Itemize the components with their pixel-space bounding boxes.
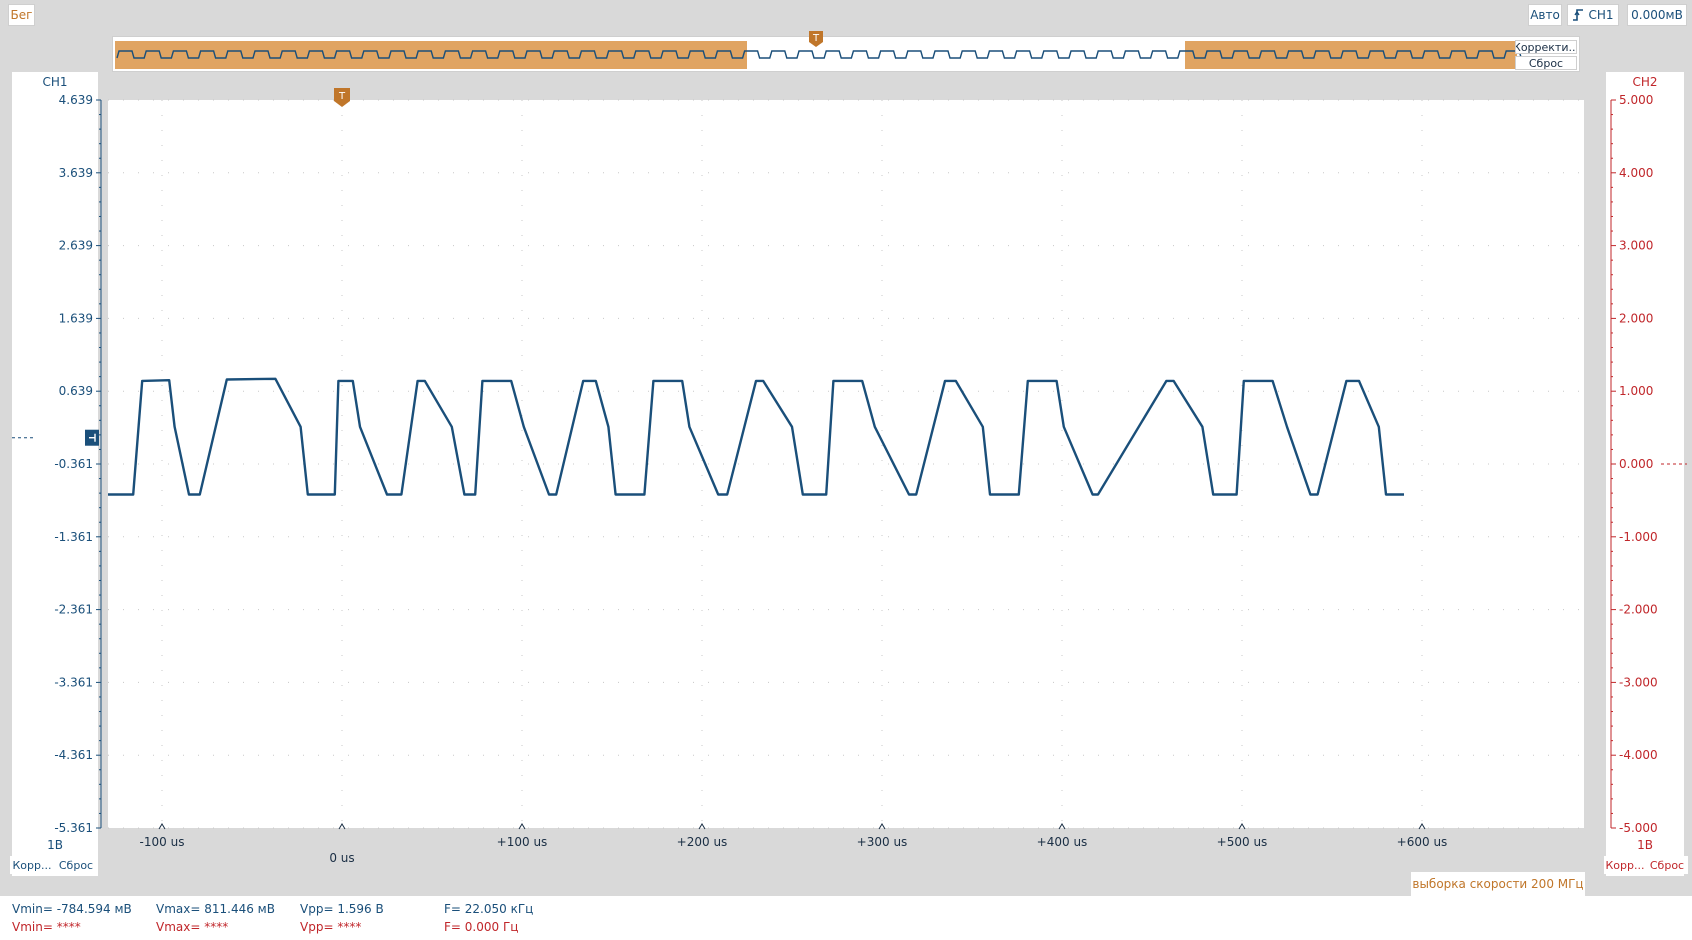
ch2-tick-label-4: 1.000 xyxy=(1619,384,1653,398)
ch1-tick-label-9: -4.361 xyxy=(54,748,93,762)
ch1-tick-label-3: 1.639 xyxy=(59,311,93,325)
ch1-vmax: Vmax= 811.446 мВ xyxy=(156,902,275,916)
ch1-tick-label-1: 3.639 xyxy=(59,166,93,180)
measurements-panel: Vmin= -784.594 мВ Vmax= 811.446 мВ Vpp= … xyxy=(0,896,1692,940)
ch1-tick-label-6: -1.361 xyxy=(54,530,93,544)
oscilloscope-app: Бег Авто CH1 0.000мВ Корректи... Сброс T… xyxy=(0,0,1692,940)
time-tick-7 xyxy=(1418,823,1426,830)
ch1-tick-label-4: 0.639 xyxy=(59,384,93,398)
ch2-vpp: Vpp= **** xyxy=(300,920,362,934)
ch1-tick-label-0: 4.639 xyxy=(59,93,93,107)
time-tick-0 xyxy=(158,823,166,830)
sample-rate-label: выборка скорости 200 МГц xyxy=(1411,872,1585,896)
ch1-vmin: Vmin= -784.594 мВ xyxy=(12,902,132,916)
ch1-waveform xyxy=(108,377,1404,496)
ch2-tick-label-7: -2.000 xyxy=(1619,603,1658,617)
ch2-tick-label-10: -5.000 xyxy=(1619,821,1658,835)
ch2-tick-label-2: 3.000 xyxy=(1619,239,1653,253)
time-label-2: +100 us xyxy=(497,835,548,849)
scope-display: 4.639 3.639 2.639 1.639 0.639 -0.361 -1.361 -2.… xyxy=(12,88,1687,865)
time-label-7: +600 us xyxy=(1397,835,1448,849)
ch2-tick-label-6: -1.000 xyxy=(1619,530,1658,544)
ch1-freq: F= 22.050 кГц xyxy=(444,902,534,916)
trigger-time-marker-icon: T xyxy=(334,88,350,107)
ch2-tick-label-1: 4.000 xyxy=(1619,166,1653,180)
ch1-tick-label-7: -2.361 xyxy=(54,603,93,617)
ch1-vpp: Vpp= 1.596 В xyxy=(300,902,384,916)
ch2-vmax: Vmax= **** xyxy=(156,920,229,934)
ch2-tick-label-3: 2.000 xyxy=(1619,311,1653,325)
ch1-level-marker-icon xyxy=(85,429,99,446)
time-tick-2 xyxy=(518,823,526,830)
ch2-tick-label-0: 5.000 xyxy=(1619,93,1653,107)
ch1-tick-label-8: -3.361 xyxy=(54,675,93,689)
ch2-tick-label-9: -4.000 xyxy=(1619,748,1658,762)
ch1-tick-label-5: -0.361 xyxy=(54,457,93,471)
ch1-tick-label-2: 2.639 xyxy=(59,239,93,253)
ch2-freq: F= 0.000 Гц xyxy=(444,920,519,934)
time-label-0: -100 us xyxy=(140,835,185,849)
time-tick-3 xyxy=(698,823,706,830)
time-label-6: +500 us xyxy=(1217,835,1268,849)
time-label-5: +400 us xyxy=(1037,835,1088,849)
ch2-vmin: Vmin= **** xyxy=(12,920,81,934)
time-tick-6 xyxy=(1238,823,1246,830)
ch2-tick-label-8: -3.000 xyxy=(1619,675,1658,689)
time-label-4: +300 us xyxy=(857,835,908,849)
time-tick-4 xyxy=(878,823,886,830)
time-tick-5 xyxy=(1058,823,1066,830)
time-tick-1 xyxy=(338,823,346,830)
ch2-tick-label-5: 0.000 xyxy=(1619,457,1653,471)
svg-text:T: T xyxy=(338,91,346,102)
time-label-1: 0 us xyxy=(329,851,354,865)
ch1-tick-label-10: -5.361 xyxy=(54,821,93,835)
time-label-3: +200 us xyxy=(677,835,728,849)
